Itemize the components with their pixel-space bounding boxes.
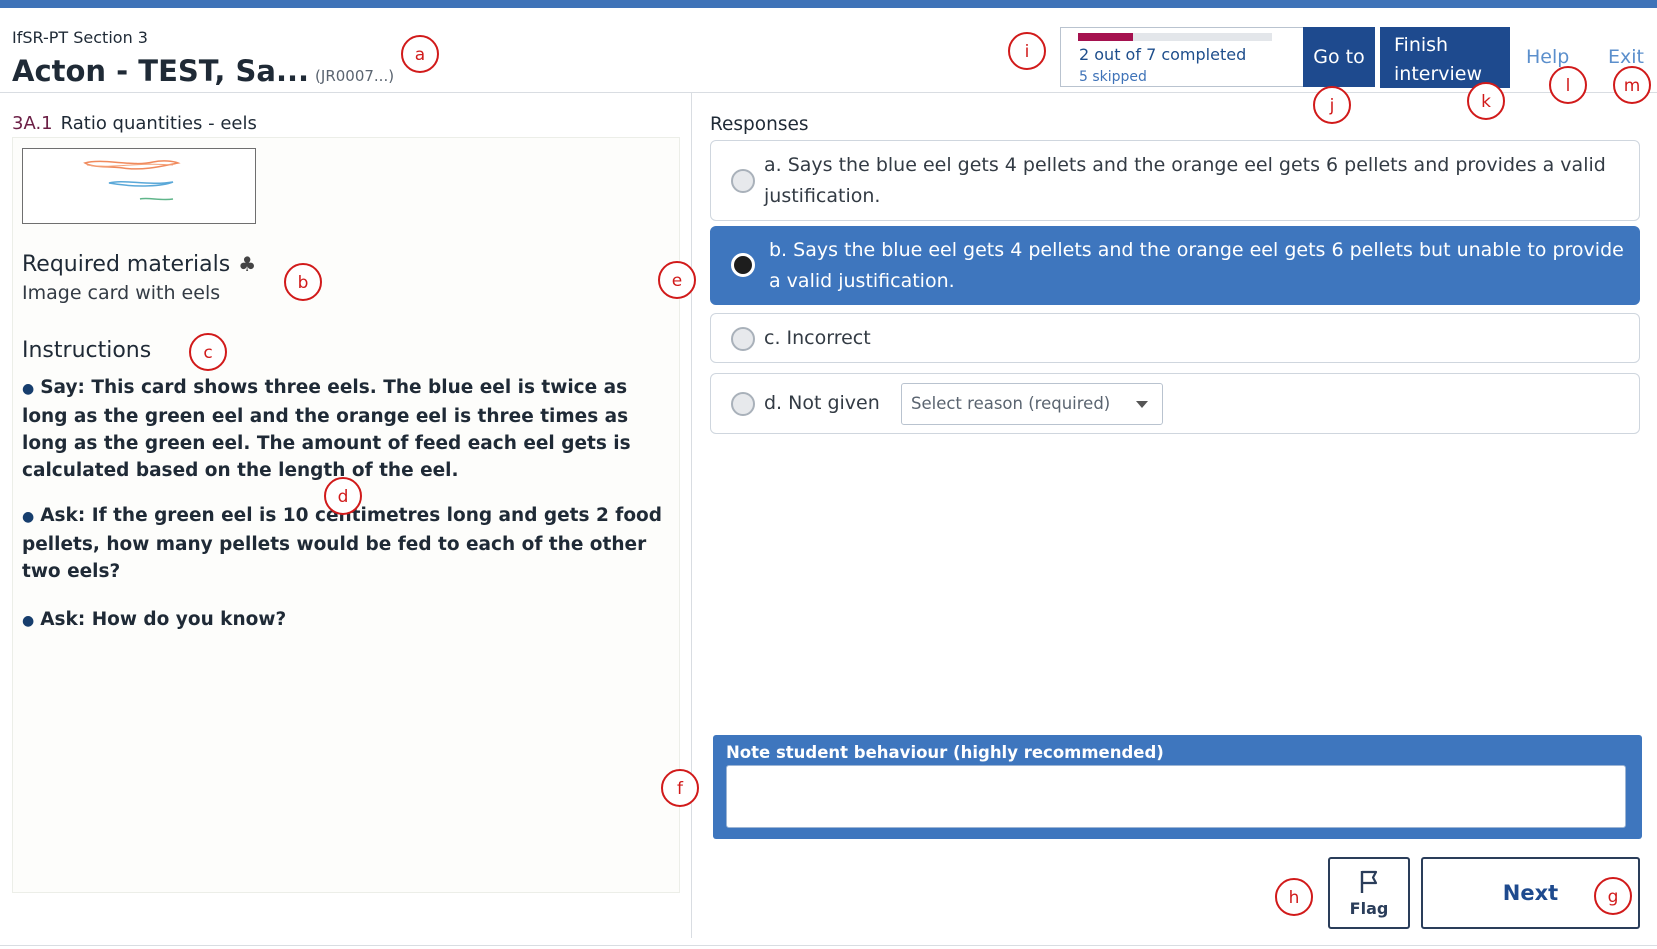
annotation-marker-l: l (1549, 66, 1587, 104)
eel-image-thumbnail[interactable] (22, 148, 256, 224)
responses-panel: Responses a. Says the blue eel gets 4 pe… (693, 93, 1657, 938)
instruction-text: Say: This card shows three eels. The blu… (22, 377, 631, 481)
reason-select[interactable]: Select reason (required) (901, 383, 1163, 425)
student-name: Acton - TEST, Sa... (JR0007...) (12, 54, 394, 88)
progress-completed-text: 2 out of 7 completed (1079, 45, 1247, 64)
instructions-heading: Instructions (22, 338, 152, 363)
reason-select-placeholder: Select reason (required) (911, 394, 1111, 413)
annotation-marker-g: g (1594, 877, 1632, 915)
radio-button[interactable] (731, 169, 755, 193)
progress-indicator: 2 out of 7 completed 5 skipped (1060, 27, 1304, 87)
annotation-marker-k: k (1467, 82, 1505, 120)
header: IfSR-PT Section 3 Acton - TEST, Sa... (JR… (0, 8, 1657, 93)
annotation-marker-c: c (189, 333, 227, 371)
question-title: 3A.1 Ratio quantities - eels (12, 113, 257, 134)
speech-bubble-icon: ● (22, 613, 35, 629)
response-option-a[interactable]: a. Says the blue eel gets 4 pellets and … (710, 140, 1640, 221)
instruction-say: ● Say: This card shows three eels. The bl… (22, 374, 667, 484)
goto-button[interactable]: Go to (1303, 27, 1375, 87)
bottom-divider (0, 945, 1657, 946)
annotation-marker-a: a (401, 35, 439, 73)
required-materials-text: Image card with eels (22, 282, 221, 304)
radio-button[interactable] (731, 392, 755, 416)
flag-icon (1360, 870, 1378, 893)
annotation-marker-m: m (1613, 66, 1651, 104)
radio-button-selected[interactable] (731, 253, 755, 277)
required-materials-heading-text: Required materials (22, 252, 231, 277)
response-option-label: a. Says the blue eel gets 4 pellets and … (764, 154, 1606, 207)
response-option-label: d. Not given (764, 392, 880, 414)
instruction-text: Ask: How do you know? (40, 609, 287, 630)
progress-track (1078, 33, 1272, 41)
progress-skipped-text: 5 skipped (1079, 69, 1147, 85)
section-title: IfSR-PT Section 3 (12, 28, 148, 47)
required-materials-heading: Required materials ♣ (22, 252, 256, 277)
annotation-marker-e: e (658, 261, 696, 299)
question-title-text: Ratio quantities - eels (60, 113, 257, 134)
note-label: Note student behaviour (highly recommend… (726, 743, 1164, 762)
instruction-text: Ask: If the green eel is 10 centimetres … (22, 505, 663, 582)
response-option-label: b. Says the blue eel gets 4 pellets and … (769, 239, 1624, 292)
flag-button[interactable]: Flag (1328, 857, 1410, 929)
note-textarea[interactable] (726, 765, 1626, 828)
top-accent-bar (0, 0, 1657, 8)
annotation-marker-d: d (324, 477, 362, 515)
eels-illustration (83, 160, 181, 201)
note-student-behaviour: Note student behaviour (highly recommend… (713, 735, 1642, 839)
annotation-marker-i: i (1008, 32, 1046, 70)
progress-fill (1078, 33, 1134, 41)
speech-bubble-icon: ● (22, 509, 35, 525)
annotation-marker-b: b (284, 263, 322, 301)
response-option-d[interactable]: d. Not given Select reason (required) (710, 373, 1640, 434)
response-option-label: c. Incorrect (764, 327, 871, 349)
student-id: (JR0007...) (315, 67, 395, 85)
finish-interview-button[interactable]: Finish interview (1380, 27, 1510, 88)
response-option-b[interactable]: b. Says the blue eel gets 4 pellets and … (710, 226, 1640, 305)
response-option-c[interactable]: c. Incorrect (710, 313, 1640, 363)
exit-link[interactable]: Exit (1608, 46, 1644, 68)
annotation-marker-j: j (1313, 86, 1351, 124)
student-name-text: Acton - TEST, Sa... (12, 54, 310, 88)
shapes-icon: ♣ (238, 252, 257, 276)
radio-button[interactable] (731, 327, 755, 351)
flag-label: Flag (1349, 899, 1389, 918)
help-link[interactable]: Help (1526, 46, 1569, 68)
question-number: 3A.1 (12, 113, 53, 134)
annotation-marker-f: f (661, 769, 699, 807)
responses-heading: Responses (710, 114, 809, 135)
annotation-marker-h: h (1275, 878, 1313, 916)
instruction-ask-2: ● Ask: How do you know? (22, 606, 667, 635)
speech-bubble-icon: ● (22, 381, 35, 397)
chevron-down-icon (1136, 401, 1148, 408)
